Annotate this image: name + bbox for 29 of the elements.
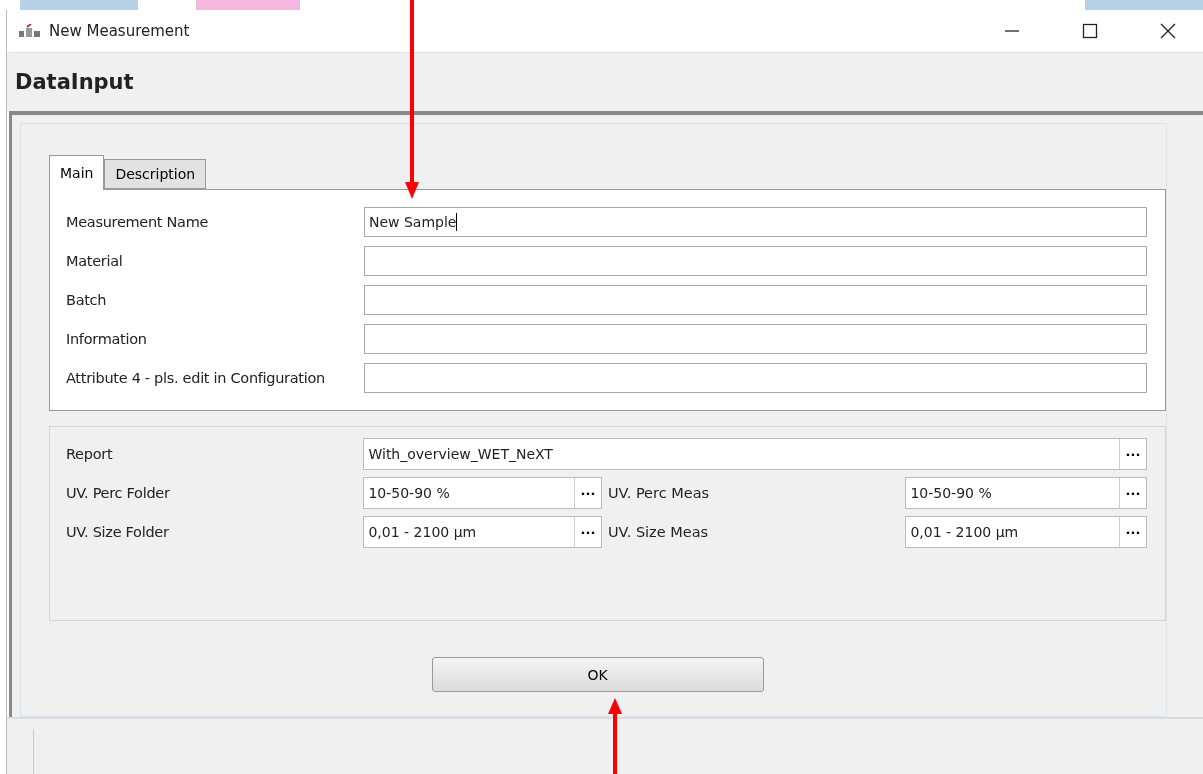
- combo-field[interactable]: 0,01 - 2100 µm ···: [363, 516, 602, 548]
- field-label: Attribute 4 - pls. edit in Configuration: [66, 370, 326, 386]
- tab[interactable]: Main: [49, 155, 105, 190]
- field-label: Information: [66, 331, 148, 347]
- close-icon[interactable]: [1160, 23, 1176, 39]
- combo-field[interactable]: 10-50-90 % ···: [363, 477, 602, 509]
- field-label: UV. Size Folder: [66, 524, 170, 540]
- app-icon: [19, 24, 41, 38]
- field-label: Material: [66, 253, 124, 269]
- field-label: UV. Perc Folder: [66, 485, 171, 501]
- combo-field[interactable]: With_overview_WET_NeXT ···: [363, 438, 1147, 470]
- input-field[interactable]: New Sample: [364, 207, 1147, 237]
- input-field[interactable]: [364, 363, 1147, 393]
- field-label: UV. Size Meas: [607, 524, 710, 540]
- input-field[interactable]: [364, 246, 1147, 276]
- combo-field[interactable]: 0,01 - 2100 µm ···: [905, 516, 1147, 548]
- input-field[interactable]: [364, 324, 1147, 354]
- field-label: Batch: [66, 292, 108, 308]
- field-label: UV. Perc Meas: [607, 485, 711, 501]
- ok-button[interactable]: OK: [431, 657, 764, 692]
- combo-field[interactable]: 10-50-90 % ···: [905, 477, 1147, 509]
- field-label: Measurement Name: [66, 214, 210, 230]
- maximize-icon[interactable]: [1082, 23, 1098, 39]
- tab[interactable]: Description: [104, 159, 207, 189]
- text-caret: [456, 213, 458, 231]
- header-title: DataInput: [7, 52, 1203, 111]
- field-label: Report: [66, 446, 114, 462]
- input-field[interactable]: [364, 285, 1147, 315]
- window-title: New Measurement: [49, 22, 191, 40]
